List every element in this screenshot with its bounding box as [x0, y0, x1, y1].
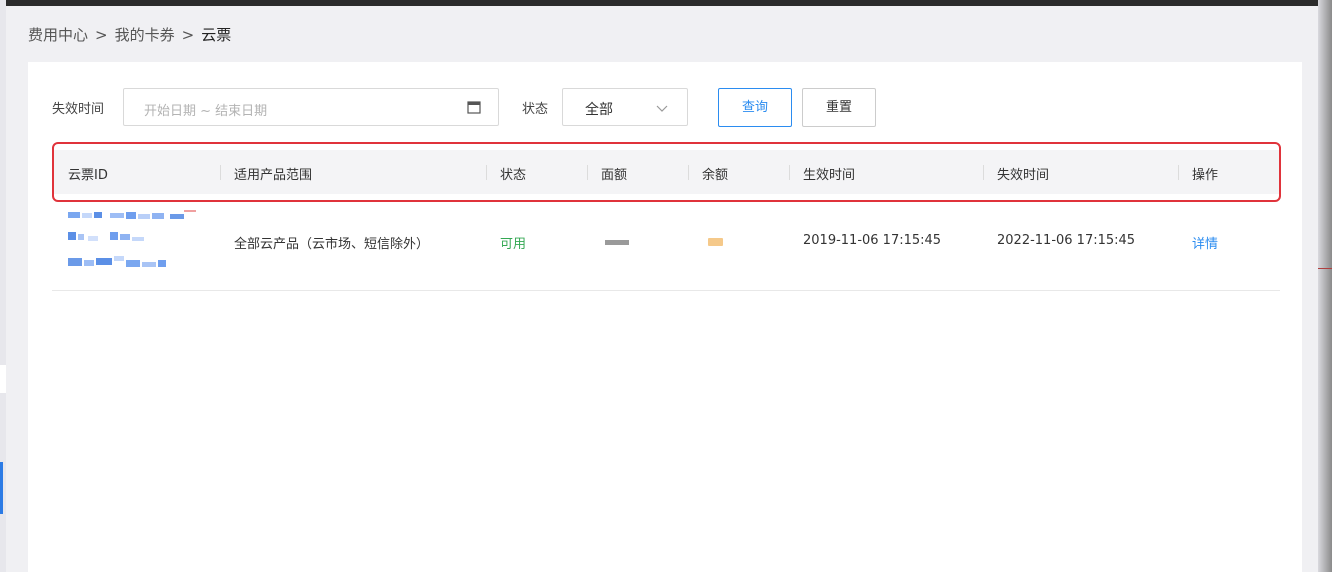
redacted-balance [708, 238, 723, 246]
status-label: 状态 [522, 102, 549, 117]
breadcrumb-item-current: 云票 [201, 26, 232, 44]
cell-scope: 全部云产品（云市场、短信除外） [234, 237, 430, 252]
header-highlight-box [52, 142, 1281, 202]
cell-effective-time: 2019-11-06 17:15:45 [803, 233, 942, 248]
breadcrumb-separator: > [95, 26, 108, 44]
breadcrumb-item-vouchers[interactable]: 我的卡券 [115, 26, 175, 44]
reset-button[interactable]: 重置 [802, 88, 876, 127]
right-edge [1318, 0, 1332, 572]
breadcrumb-separator: > [181, 26, 195, 44]
chevron-down-icon [656, 105, 668, 112]
date-range-picker[interactable]: 开始日期 ~ 结束日期 [123, 88, 499, 126]
status-select[interactable]: 全部 [562, 88, 688, 126]
active-indicator [0, 462, 3, 514]
cell-expire-time: 2022-11-06 17:15:45 [997, 233, 1136, 248]
content-card: 失效时间 开始日期 ~ 结束日期 状态 全部 查询 重置 云票ID 适用产品范围… [28, 62, 1302, 572]
redacted-face-value [605, 240, 629, 245]
calendar-icon [467, 101, 481, 114]
date-range-placeholder: 开始日期 ~ 结束日期 [144, 104, 268, 119]
query-button[interactable]: 查询 [718, 88, 792, 127]
redacted-id-mosaic [68, 210, 196, 267]
detail-link[interactable]: 详情 [1192, 233, 1218, 252]
status-select-value: 全部 [585, 102, 613, 118]
cell-status: 可用 [500, 237, 527, 252]
table-row: 全部云产品（云市场、短信除外） 可用 2019-11-06 17:15:45 2… [52, 204, 1280, 291]
breadcrumb: 费用中心 > 我的卡券 > 云票 [28, 24, 231, 45]
expire-time-label: 失效时间 [52, 102, 105, 117]
breadcrumb-item-billing[interactable]: 费用中心 [28, 26, 88, 44]
